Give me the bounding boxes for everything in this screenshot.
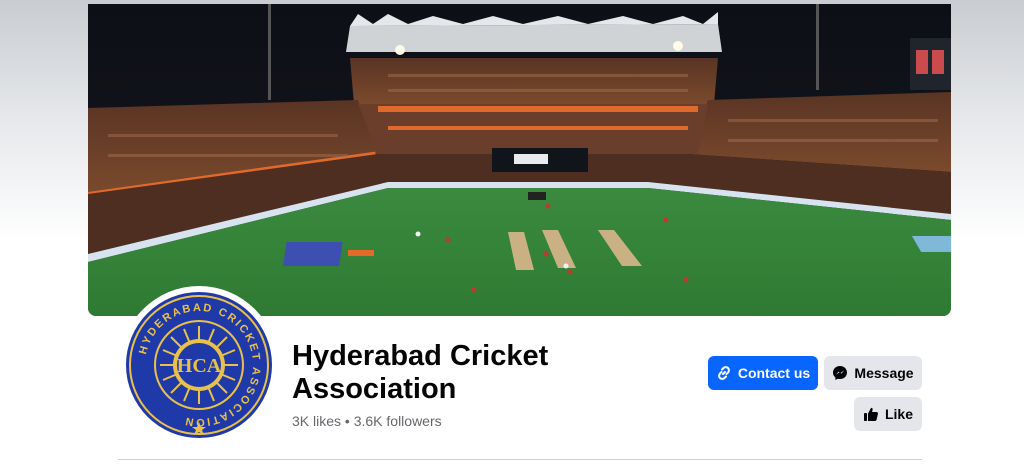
contact-us-button[interactable]: Contact us	[708, 356, 818, 390]
header-divider	[118, 459, 922, 460]
like-label: Like	[884, 406, 913, 422]
message-label: Message	[854, 365, 914, 381]
cover-photo[interactable]	[88, 4, 951, 316]
like-button[interactable]: Like	[854, 397, 922, 431]
page-stats[interactable]: 3K likes • 3.6K followers	[292, 413, 442, 429]
logo-monogram: HCA	[177, 355, 222, 377]
link-icon	[716, 365, 732, 381]
messenger-icon	[832, 365, 848, 381]
page-title: Hyderabad Cricket Association	[292, 340, 549, 405]
thumbs-up-icon	[863, 406, 879, 422]
contact-us-label: Contact us	[737, 365, 811, 381]
message-button[interactable]: Message	[824, 356, 922, 390]
profile-avatar[interactable]: HYDERABAD CRICKET ASSOCIATION HCA	[120, 286, 278, 444]
